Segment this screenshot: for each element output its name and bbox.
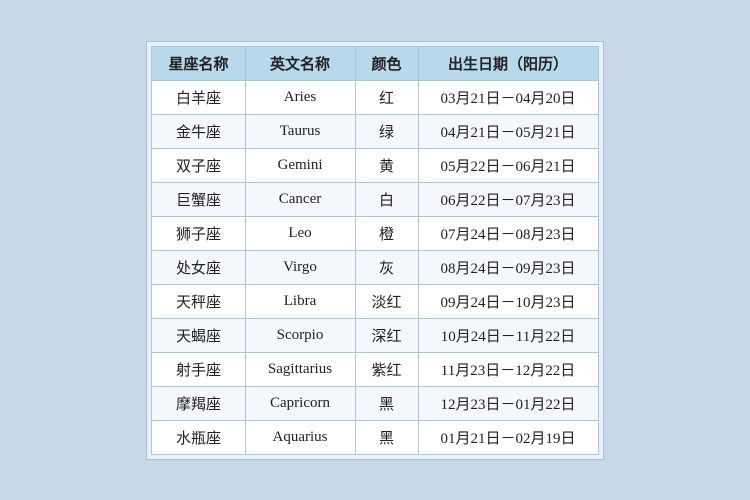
cell-date: 07月24日－08月23日 — [418, 216, 598, 250]
table-row: 狮子座Leo橙07月24日－08月23日 — [152, 216, 598, 250]
cell-english: Gemini — [245, 148, 355, 182]
cell-english: Aquarius — [245, 420, 355, 454]
cell-english: Cancer — [245, 182, 355, 216]
cell-date: 10月24日－11月22日 — [418, 318, 598, 352]
cell-date: 03月21日－04月20日 — [418, 80, 598, 114]
cell-english: Leo — [245, 216, 355, 250]
cell-color: 白 — [355, 182, 418, 216]
cell-date: 08月24日－09月23日 — [418, 250, 598, 284]
cell-chinese: 射手座 — [152, 352, 245, 386]
cell-date: 09月24日－10月23日 — [418, 284, 598, 318]
cell-chinese: 巨蟹座 — [152, 182, 245, 216]
table-body: 白羊座Aries红03月21日－04月20日金牛座Taurus绿04月21日－0… — [152, 80, 598, 454]
cell-date: 06月22日－07月23日 — [418, 182, 598, 216]
table-row: 双子座Gemini黄05月22日－06月21日 — [152, 148, 598, 182]
cell-chinese: 摩羯座 — [152, 386, 245, 420]
table-row: 巨蟹座Cancer白06月22日－07月23日 — [152, 182, 598, 216]
table-row: 天秤座Libra淡红09月24日－10月23日 — [152, 284, 598, 318]
cell-chinese: 天秤座 — [152, 284, 245, 318]
cell-color: 深红 — [355, 318, 418, 352]
cell-chinese: 狮子座 — [152, 216, 245, 250]
cell-english: Virgo — [245, 250, 355, 284]
table-row: 射手座Sagittarius紫红11月23日－12月22日 — [152, 352, 598, 386]
cell-date: 12月23日－01月22日 — [418, 386, 598, 420]
cell-english: Libra — [245, 284, 355, 318]
table-row: 金牛座Taurus绿04月21日－05月21日 — [152, 114, 598, 148]
zodiac-table: 星座名称 英文名称 颜色 出生日期（阳历） 白羊座Aries红03月21日－04… — [151, 46, 598, 455]
cell-english: Aries — [245, 80, 355, 114]
cell-color: 黄 — [355, 148, 418, 182]
header-date: 出生日期（阳历） — [418, 46, 598, 80]
cell-color: 黑 — [355, 420, 418, 454]
cell-english: Taurus — [245, 114, 355, 148]
table-header-row: 星座名称 英文名称 颜色 出生日期（阳历） — [152, 46, 598, 80]
cell-color: 绿 — [355, 114, 418, 148]
cell-english: Capricorn — [245, 386, 355, 420]
header-color: 颜色 — [355, 46, 418, 80]
cell-chinese: 白羊座 — [152, 80, 245, 114]
cell-date: 11月23日－12月22日 — [418, 352, 598, 386]
cell-date: 01月21日－02月19日 — [418, 420, 598, 454]
cell-color: 紫红 — [355, 352, 418, 386]
cell-english: Scorpio — [245, 318, 355, 352]
table-row: 处女座Virgo灰08月24日－09月23日 — [152, 250, 598, 284]
header-chinese: 星座名称 — [152, 46, 245, 80]
cell-chinese: 金牛座 — [152, 114, 245, 148]
cell-chinese: 处女座 — [152, 250, 245, 284]
cell-color: 淡红 — [355, 284, 418, 318]
cell-color: 灰 — [355, 250, 418, 284]
cell-chinese: 天蝎座 — [152, 318, 245, 352]
zodiac-table-container: 星座名称 英文名称 颜色 出生日期（阳历） 白羊座Aries红03月21日－04… — [146, 41, 603, 460]
cell-date: 04月21日－05月21日 — [418, 114, 598, 148]
table-row: 摩羯座Capricorn黑12月23日－01月22日 — [152, 386, 598, 420]
cell-color: 黑 — [355, 386, 418, 420]
table-row: 白羊座Aries红03月21日－04月20日 — [152, 80, 598, 114]
cell-color: 红 — [355, 80, 418, 114]
cell-color: 橙 — [355, 216, 418, 250]
cell-date: 05月22日－06月21日 — [418, 148, 598, 182]
cell-chinese: 水瓶座 — [152, 420, 245, 454]
cell-english: Sagittarius — [245, 352, 355, 386]
cell-chinese: 双子座 — [152, 148, 245, 182]
table-row: 水瓶座Aquarius黑01月21日－02月19日 — [152, 420, 598, 454]
table-row: 天蝎座Scorpio深红10月24日－11月22日 — [152, 318, 598, 352]
header-english: 英文名称 — [245, 46, 355, 80]
